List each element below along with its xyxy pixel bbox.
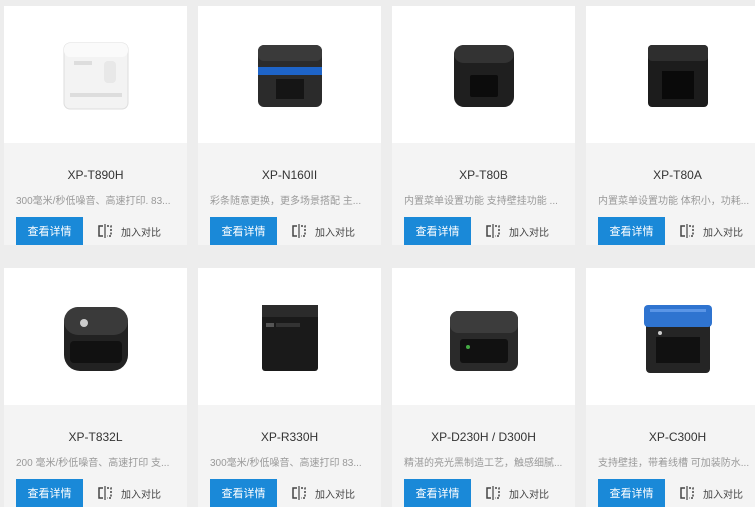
compare-icon	[486, 486, 500, 500]
printer-image	[261, 304, 318, 371]
compare-icon	[680, 224, 694, 238]
compare-label: 加入对比	[315, 227, 355, 239]
product-desc: 内置菜单设置功能 支持壁挂功能 ...	[404, 196, 558, 207]
add-compare-button[interactable]: 加入对比	[98, 486, 161, 501]
compare-label: 加入对比	[703, 227, 743, 239]
product-image[interactable]	[392, 6, 575, 143]
add-compare-button[interactable]: 加入对比	[486, 224, 549, 239]
product-name: XP-T832L	[68, 430, 123, 444]
product-desc: 支持壁挂，带着线槽 可加装防水...	[598, 458, 750, 469]
product-name: XP-C300H	[648, 430, 707, 444]
printer-image	[449, 310, 518, 371]
product-image[interactable]	[586, 268, 755, 405]
product-desc: 200 毫米/秒低噪音、高速打印 支...	[16, 458, 170, 469]
printer-image	[63, 306, 128, 371]
view-detail-button[interactable]: 查看详情	[16, 217, 83, 245]
compare-icon	[98, 486, 112, 500]
product-card[interactable]: XP-T80A 内置菜单设置功能 体积小，功耗... 查看详情 加入对比	[586, 6, 755, 245]
product-image[interactable]	[4, 268, 187, 405]
compare-icon	[292, 486, 306, 500]
product-name: XP-D230H / D300H	[431, 430, 536, 444]
product-desc: 彩条随意更换，更多场景搭配 主...	[210, 196, 362, 207]
product-desc: 内置菜单设置功能 体积小，功耗...	[598, 196, 750, 207]
view-detail-button[interactable]: 查看详情	[598, 217, 665, 245]
compare-icon	[98, 224, 112, 238]
product-image[interactable]	[586, 6, 755, 143]
add-compare-button[interactable]: 加入对比	[486, 486, 549, 501]
product-name: XP-T80A	[653, 168, 702, 182]
product-card[interactable]: XP-T832L 200 毫米/秒低噪音、高速打印 支... 查看详情 加入对比	[4, 268, 187, 507]
product-name: XP-T80B	[459, 168, 508, 182]
compare-icon	[292, 224, 306, 238]
product-desc: 300毫米/秒低噪音、高速打印 83...	[210, 458, 362, 469]
compare-icon	[486, 224, 500, 238]
product-image[interactable]	[198, 268, 381, 405]
product-grid: XP-T890H 300毫米/秒低噪音、高速打印. 83... 查看详情 加入对…	[0, 0, 755, 507]
compare-label: 加入对比	[315, 489, 355, 501]
product-name: XP-T890H	[67, 168, 124, 182]
view-detail-button[interactable]: 查看详情	[16, 479, 83, 507]
product-desc: 300毫米/秒低噪音、高速打印. 83...	[16, 196, 171, 207]
view-detail-button[interactable]: 查看详情	[404, 479, 471, 507]
product-card[interactable]: XP-R330H 300毫米/秒低噪音、高速打印 83... 查看详情 加入对比	[198, 268, 381, 507]
add-compare-button[interactable]: 加入对比	[680, 224, 743, 239]
view-detail-button[interactable]: 查看详情	[210, 479, 277, 507]
product-card[interactable]: XP-T80B 内置菜单设置功能 支持壁挂功能 ... 查看详情 加入对比	[392, 6, 575, 245]
product-card[interactable]: XP-D230H / D300H 精湛的亮光黑制造工艺，触感细腻... 查看详情…	[392, 268, 575, 507]
product-name: XP-R330H	[260, 430, 319, 444]
add-compare-button[interactable]: 加入对比	[292, 486, 355, 501]
add-compare-button[interactable]: 加入对比	[292, 224, 355, 239]
product-image[interactable]	[198, 6, 381, 143]
view-detail-button[interactable]: 查看详情	[404, 217, 471, 245]
product-desc: 精湛的亮光黑制造工艺，触感细腻...	[404, 458, 563, 469]
product-image[interactable]	[392, 268, 575, 405]
product-card[interactable]: XP-C300H 支持壁挂，带着线槽 可加装防水... 查看详情 加入对比	[586, 268, 755, 507]
printer-image	[453, 44, 514, 107]
compare-label: 加入对比	[121, 489, 161, 501]
view-detail-button[interactable]: 查看详情	[210, 217, 277, 245]
add-compare-button[interactable]: 加入对比	[680, 486, 743, 501]
product-name: XP-N160II	[261, 168, 318, 182]
printer-image	[63, 42, 128, 109]
printer-image	[643, 304, 712, 373]
add-compare-button[interactable]: 加入对比	[98, 224, 161, 239]
compare-label: 加入对比	[509, 489, 549, 501]
view-detail-button[interactable]: 查看详情	[598, 479, 665, 507]
printer-image	[257, 44, 322, 107]
printer-image	[647, 44, 708, 107]
product-card[interactable]: XP-N160II 彩条随意更换，更多场景搭配 主... 查看详情 加入对比	[198, 6, 381, 245]
product-card[interactable]: XP-T890H 300毫米/秒低噪音、高速打印. 83... 查看详情 加入对…	[4, 6, 187, 245]
compare-label: 加入对比	[121, 227, 161, 239]
compare-label: 加入对比	[509, 227, 549, 239]
product-image[interactable]	[4, 6, 187, 143]
compare-icon	[680, 486, 694, 500]
compare-label: 加入对比	[703, 489, 743, 501]
